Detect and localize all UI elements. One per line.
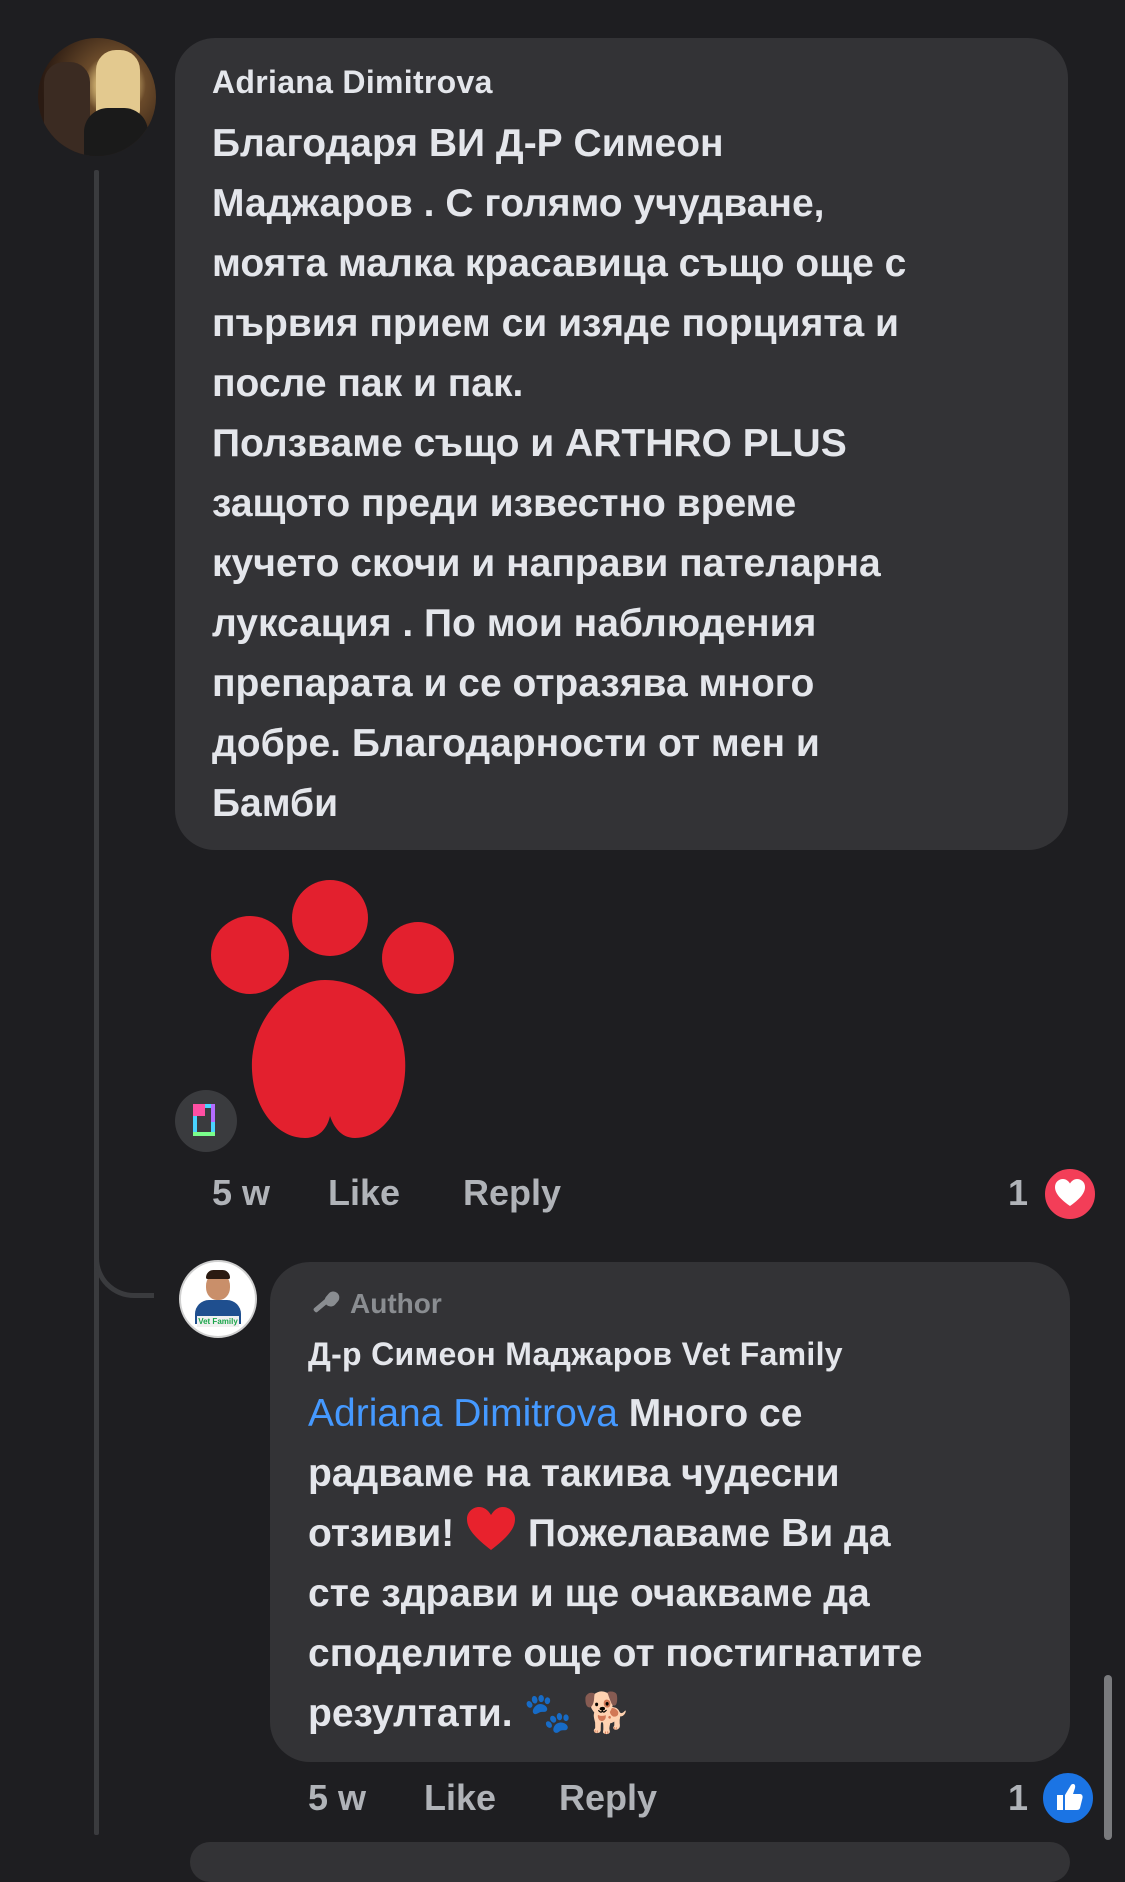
reply-button[interactable]: Reply [559,1777,657,1819]
emoji-tail: 🐾 🐕 [523,1692,632,1735]
text-line: сте здрави и ще очакваме да [308,1572,870,1615]
like-button[interactable]: Like [424,1777,496,1819]
paw-sticker-icon[interactable] [210,880,460,1140]
comment-text: Благодаря ВИ Д-Р Симеон Маджаров . С гол… [212,122,907,825]
heart-emoji-icon [467,1507,516,1550]
text-line: отзиви! [308,1512,455,1555]
reaction-count[interactable]: 1 [1008,1777,1028,1819]
author-badge: Author [308,1288,442,1320]
comment-author[interactable]: Д-р Симеон Маджаров Vet Family [308,1336,843,1373]
reply-button[interactable]: Reply [463,1172,561,1214]
comment-timestamp[interactable]: 5 w [212,1172,270,1214]
mention-link[interactable]: Adriana Dimitrova [308,1392,618,1435]
thumbs-up-reaction-icon[interactable] [1040,1770,1096,1826]
gif-icon [175,1090,237,1152]
like-button[interactable]: Like [328,1172,400,1214]
scrollbar[interactable] [1104,1675,1112,1840]
author-badge-icon [313,1291,340,1313]
reaction-count[interactable]: 1 [1008,1172,1028,1214]
comment-text: Adriana Dimitrova Много се радваме на так… [308,1384,1068,1744]
text-line: споделите още от постигнатите [308,1632,923,1675]
author-badge-label: Author [350,1288,442,1319]
thread-line [94,170,99,1835]
text-line: радваме на такива чудесни [308,1452,840,1495]
avatar[interactable] [38,38,156,156]
text-line: Пожелаваме Ви да [517,1512,891,1555]
avatar-logo: Vet Family [197,1316,239,1327]
comment-author[interactable]: Adriana Dimitrova [212,64,493,101]
thread-branch [94,1180,154,1298]
text-line: Много се [617,1392,803,1435]
avatar[interactable]: Vet Family [179,1260,257,1338]
text-line: резултати. [308,1692,513,1735]
comment-timestamp[interactable]: 5 w [308,1777,366,1819]
next-comment-bubble [190,1842,1070,1882]
heart-reaction-icon[interactable] [1042,1166,1098,1222]
